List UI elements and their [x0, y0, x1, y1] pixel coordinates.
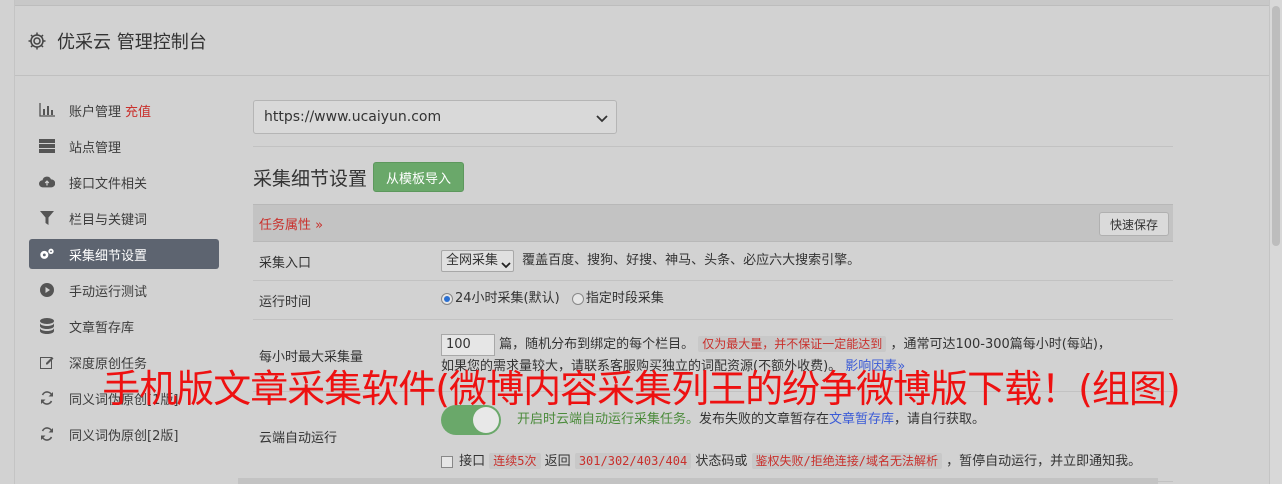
cloud-upload-icon: [39, 174, 55, 190]
radio-dot: [441, 292, 453, 305]
chevron-down-icon: [596, 112, 608, 124]
collect-entry-value: 全网采集: [446, 253, 499, 268]
radio-24h[interactable]: 24小时采集(默认): [441, 288, 560, 310]
database-icon: [39, 318, 55, 334]
chevron-down-icon: [501, 256, 511, 269]
quick-save-button[interactable]: 快速保存: [1098, 212, 1169, 236]
import-template-button[interactable]: 从模板导入: [373, 162, 465, 192]
radio-label: 24小时采集(默认): [455, 290, 560, 306]
radio-label: 指定时段采集: [585, 290, 664, 306]
radio-dot: [571, 292, 584, 305]
max-text: 篇，随机分布到绑定的每个栏目。: [499, 337, 695, 352]
pause-text: ，暂停自动运行，并立即通知我。: [946, 454, 1142, 469]
sidebar-item-label: 栏目与关键词: [69, 212, 148, 228]
sidebar-item-label: 同义词伪原创[2版]: [69, 428, 179, 444]
site-select-value: https://www.ucaiyun.com: [264, 109, 442, 125]
radio-time-range[interactable]: 指定时段采集: [571, 288, 664, 310]
section-title: 采集细节设置: [253, 167, 368, 190]
server-icon: [39, 138, 55, 154]
section-header: 采集细节设置 从模板导入: [253, 162, 465, 192]
sidebar-item-account[interactable]: 账户管理 充值: [29, 95, 219, 125]
sidebar-item-columns[interactable]: 栏目与关键词: [29, 203, 219, 233]
sidebar-item-interface[interactable]: 接口文件相关: [29, 167, 219, 197]
pause-tag: 301/302/403/404: [574, 453, 692, 469]
sidebar-item-label: 手动运行测试: [69, 284, 148, 300]
bar-chart-icon: [39, 102, 55, 118]
table-header: 任务属性 » 快速保存: [253, 204, 1173, 242]
table-row: 运行时间 24小时采集(默认) 指定时段采集: [253, 281, 1173, 320]
task-attributes-toggle[interactable]: 任务属性 »: [259, 214, 323, 233]
sidebar-item-manual-run[interactable]: 手动运行测试: [29, 275, 219, 305]
collect-entry-select[interactable]: 全网采集: [441, 250, 515, 272]
pause-text: 接口: [459, 454, 486, 469]
main-content: https://www.ucaiyun.com 采集细节设置 从模板导入 任务属…: [253, 100, 1173, 482]
sidebar-item-label: 文章暂存库: [69, 320, 135, 336]
scrollbar-thumb[interactable]: [1272, 6, 1280, 246]
table-row: 采集入口 全网采集 覆盖百度、搜狗、好搜、神马、头条、必应六大搜索引擎。: [253, 242, 1173, 281]
settings-table: 任务属性 » 快速保存 采集入口 全网采集 覆盖百度、搜狗、好搜、神马、头条、必…: [253, 204, 1173, 482]
header: 优采云 管理控制台: [15, 6, 1269, 76]
divider: [253, 146, 1173, 147]
gear-icon: [27, 31, 47, 51]
page-title: 优采云 管理控制台: [57, 31, 207, 53]
pause-text: 返回: [544, 454, 571, 469]
row-label: 采集入口: [259, 255, 312, 271]
pause-tag: 鉴权失败/拒绝连接/域名无法解析: [751, 453, 942, 469]
sidebar-item-label: 接口文件相关: [69, 176, 148, 192]
table-bottom-bar: [238, 478, 1158, 484]
pause-tag: 连续5次: [489, 453, 541, 469]
sidebar-item-label: 站点管理: [69, 140, 122, 156]
sidebar-item-label: 采集细节设置: [69, 248, 148, 264]
recharge-link[interactable]: 充值: [125, 101, 151, 120]
overlay-title: 手机版文章采集软件(微博内容采集列王的纷争微博版下载！(组图): [102, 367, 1180, 411]
filter-icon: [39, 210, 55, 226]
sidebar-item-collect-settings[interactable]: 采集细节设置: [29, 239, 219, 269]
max-per-hour-input[interactable]: 100: [441, 333, 495, 356]
pause-text: 状态码或: [695, 454, 748, 469]
max-warning-tag: 仅为最大量，并不保证一定能达到: [698, 336, 887, 352]
pause-checkbox[interactable]: [441, 455, 453, 468]
sidebar-item-label: 账户管理: [69, 104, 122, 120]
site-select[interactable]: https://www.ucaiyun.com: [253, 100, 617, 134]
sidebar-item-sites[interactable]: 站点管理: [29, 131, 219, 161]
gears-icon: [39, 246, 55, 262]
row-label: 运行时间: [259, 294, 312, 310]
sidebar-item-article-store[interactable]: 文章暂存库: [29, 311, 219, 341]
refresh-icon: [39, 426, 55, 442]
play-circle-icon: [39, 282, 55, 298]
entry-description: 覆盖百度、搜狗、好搜、神马、头条、必应六大搜索引擎。: [522, 253, 861, 268]
max-text: ，通常可达100-300篇每小时(每站)，: [890, 337, 1111, 352]
sidebar-item-synonym-v2[interactable]: 同义词伪原创[2版]: [29, 419, 219, 449]
